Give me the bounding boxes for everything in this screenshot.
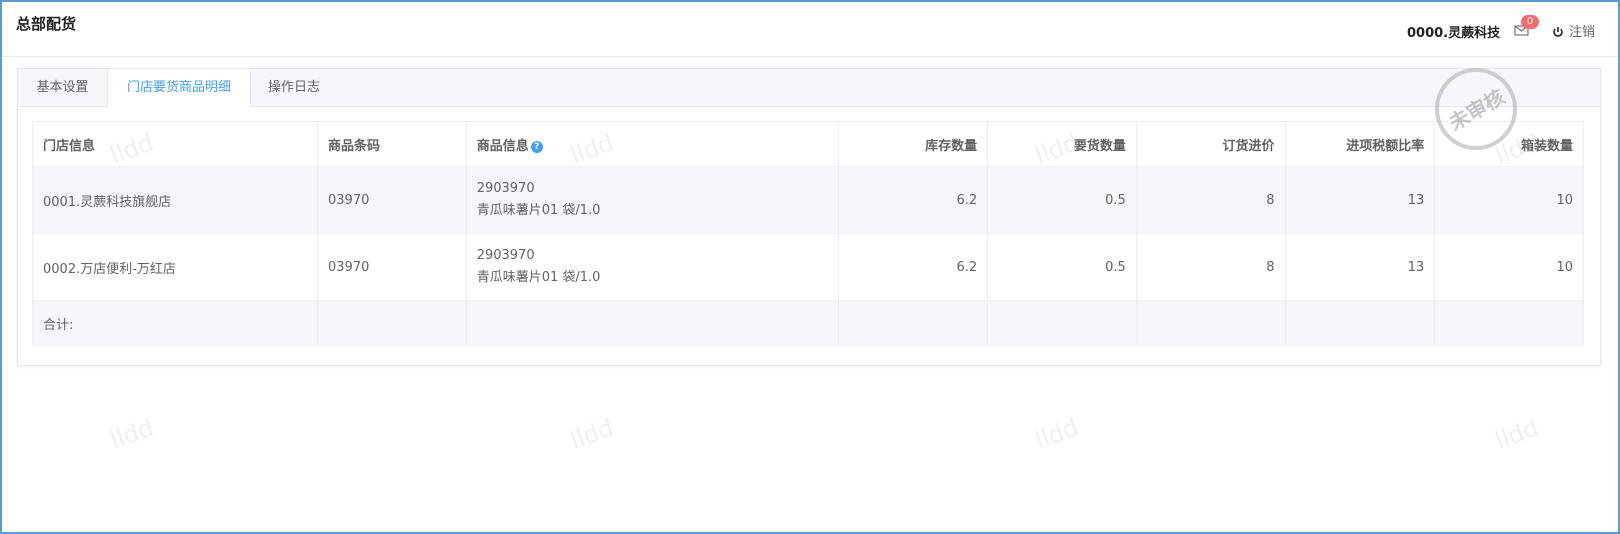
item-table: 门店信息 商品条码 商品信息? 库存数量 要货数量 订货进价 进项税额比率 箱装…: [32, 121, 1584, 346]
cell-case-qty: 10: [1434, 166, 1584, 234]
table-row[interactable]: 0001.灵蕨科技旗舰店 03970 2903970 青瓜味薯片01 袋/1.0…: [32, 166, 1584, 234]
total-cell: [1284, 300, 1436, 346]
total-cell: [317, 300, 467, 346]
cell-item-info: 2903970 青瓜味薯片01 袋/1.0: [465, 166, 840, 234]
col-tax-rate: 进项税额比率: [1284, 121, 1436, 167]
help-icon[interactable]: ?: [530, 140, 543, 153]
cell-tax-rate: 13: [1284, 166, 1436, 234]
cell-stock: 6.2: [838, 233, 989, 301]
org-name: 0000.灵蕨科技: [1407, 26, 1501, 41]
col-item-info-label: 商品信息: [476, 138, 529, 154]
cell-barcode: 03970: [317, 166, 467, 234]
total-row: 合计:: [32, 300, 1584, 346]
col-store: 门店信息: [32, 121, 318, 167]
total-cell: [465, 300, 840, 346]
tab-store-item-details[interactable]: 门店要货商品明细: [107, 69, 251, 107]
page-title: 总部配货: [16, 15, 77, 33]
cell-price: 8: [1135, 166, 1286, 234]
total-cell: [1135, 300, 1286, 346]
cell-request-qty: 0.5: [987, 166, 1137, 234]
cell-store: 0001.灵蕨科技旗舰店: [32, 166, 318, 234]
logout-button[interactable]: 注销: [1552, 21, 1595, 40]
col-case-qty: 箱装数量: [1434, 121, 1584, 167]
cell-stock: 6.2: [838, 166, 989, 234]
message-count-badge: 0: [1521, 15, 1539, 29]
cell-barcode: 03970: [317, 233, 467, 301]
cell-request-qty: 0.5: [987, 233, 1137, 301]
cell-store: 0002.万店便利-万红店: [32, 233, 318, 301]
col-stock: 库存数量: [838, 121, 989, 167]
cell-case-qty: 10: [1434, 233, 1584, 301]
tab-bar: 基本设置 门店要货商品明细 操作日志: [18, 69, 1600, 107]
total-cell: [838, 300, 989, 346]
cell-item-code: 2903970: [476, 181, 535, 196]
table-header-row: 门店信息 商品条码 商品信息? 库存数量 要货数量 订货进价 进项税额比率 箱装…: [32, 121, 1584, 167]
cell-item-name: 青瓜味薯片01 袋/1.0: [476, 203, 601, 218]
total-label: 合计:: [32, 300, 318, 346]
total-cell: [1434, 300, 1584, 346]
cell-item-code: 2903970: [476, 248, 535, 263]
top-bar: 总部配货 0000.灵蕨科技 0 注销: [2, 2, 1618, 57]
logout-label: 注销: [1569, 25, 1596, 40]
col-item-info: 商品信息?: [465, 121, 840, 167]
cell-item-name: 青瓜味薯片01 袋/1.0: [476, 270, 601, 285]
total-cell: [987, 300, 1137, 346]
power-icon: [1553, 27, 1563, 37]
cell-price: 8: [1135, 233, 1286, 301]
col-price: 订货进价: [1135, 121, 1286, 167]
detail-card: 基本设置 门店要货商品明细 操作日志 门店信息 商品条码 商品信息? 库存数量 …: [17, 68, 1601, 366]
table-row[interactable]: 0002.万店便利-万红店 03970 2903970 青瓜味薯片01 袋/1.…: [32, 233, 1584, 301]
col-barcode: 商品条码: [317, 121, 467, 167]
cell-item-info: 2903970 青瓜味薯片01 袋/1.0: [465, 233, 840, 301]
col-request-qty: 要货数量: [987, 121, 1137, 167]
tab-basic-settings[interactable]: 基本设置: [18, 69, 107, 106]
cell-tax-rate: 13: [1284, 233, 1436, 301]
tab-operation-log[interactable]: 操作日志: [250, 69, 338, 106]
